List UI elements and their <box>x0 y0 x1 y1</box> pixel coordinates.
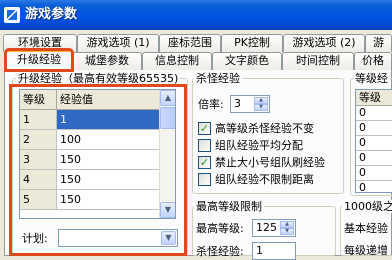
checkbox-checked-icon[interactable]: ✓ <box>198 156 211 169</box>
exp-cell[interactable]: 100 <box>57 130 161 150</box>
plan-select[interactable]: ▼ <box>58 229 178 247</box>
value-cell[interactable]: 0 <box>356 151 392 166</box>
tab-more-row1[interactable]: 游 <box>365 34 392 52</box>
level-exp2-table[interactable]: 等级 0 0 0 0 0 0 <box>355 89 392 193</box>
level-exp-group-label: 升级经验（最高有效等级65535) <box>16 72 181 85</box>
tab-game-options-1[interactable]: 游戏选项 (1) <box>77 34 159 52</box>
checkbox-checked-icon[interactable]: ✓ <box>198 122 211 135</box>
checkbox-unchecked-icon[interactable] <box>198 173 211 186</box>
kill-exp-group-label: 杀怪经验 <box>194 72 242 85</box>
value-cell[interactable]: 0 <box>356 121 392 136</box>
level-cell: 4 <box>20 170 57 190</box>
column-header-level[interactable]: 等级 <box>356 90 392 106</box>
level-exp2-group-label: 等级经 <box>353 72 390 85</box>
table-scrollbar[interactable]: ▲ ▼ <box>159 90 175 218</box>
value-cell[interactable]: 0 <box>356 181 392 192</box>
app-icon <box>4 7 20 23</box>
exp-cell[interactable]: 150 <box>57 170 161 190</box>
spin-down-icon[interactable]: ▼ <box>254 104 268 111</box>
title-bar[interactable]: 游戏参数 <box>0 0 392 30</box>
tab-text-color[interactable]: 文字颜色 <box>212 52 282 70</box>
level-cell: 3 <box>20 150 57 170</box>
exp-cell[interactable]: 150 <box>57 150 161 170</box>
window-title: 游戏参数 <box>25 7 78 22</box>
table-row[interactable]: 0 <box>356 166 392 181</box>
table-row[interactable]: 2 100 <box>20 130 175 150</box>
table-row[interactable]: 0 <box>356 136 392 151</box>
checkbox-label: 组队经验平均分配 <box>215 139 303 152</box>
max-level-value: 125 <box>256 221 277 234</box>
checkbox-high-level-exp[interactable]: ✓ 高等级杀怪经验不变 <box>198 122 314 136</box>
chevron-down-icon[interactable]: ▼ <box>161 231 176 245</box>
kill-exp-label: 杀怪经验: <box>196 245 244 258</box>
tab-pk-control[interactable]: PK控制 <box>221 34 283 52</box>
max-level-spinner[interactable]: 125 ▲ ▼ <box>252 219 296 237</box>
level-cell: 2 <box>20 130 57 150</box>
spin-up-icon[interactable]: ▲ <box>280 221 294 228</box>
table-header: 等级 经验值 <box>20 90 175 110</box>
group-1000-label: 1000级之 <box>342 200 392 213</box>
exp-cell[interactable]: 150 <box>57 190 161 210</box>
checkbox-unchecked-icon[interactable] <box>198 139 211 152</box>
tab-time-control[interactable]: 时间控制 <box>282 52 354 70</box>
column-header-exp[interactable]: 经验值 <box>57 90 161 110</box>
table-header: 等级 <box>356 90 392 106</box>
spin-down-icon[interactable]: ▼ <box>280 228 294 235</box>
max-level-group-label: 最高等级限制 <box>194 200 264 213</box>
checkbox-label: 禁止大小号组队刷经验 <box>215 156 325 169</box>
rate-spinner[interactable]: 3 ▲ ▼ <box>230 95 270 113</box>
table-row[interactable]: 0 <box>356 181 392 192</box>
level-cell: 5 <box>20 190 57 210</box>
checkbox-forbid-alt-team[interactable]: ✓ 禁止大小号组队刷经验 <box>198 156 325 170</box>
tab-coordinate-range[interactable]: 座标范围 <box>159 34 221 52</box>
per-level-increment-label: 每级递增 <box>344 244 388 257</box>
table-row[interactable]: 3 150 <box>20 150 175 170</box>
base-exp-label: 基本经验 <box>344 222 388 235</box>
max-level-label: 最高等级: <box>196 222 244 235</box>
tab-level-experience[interactable]: 升级经验 <box>4 48 74 72</box>
table-row[interactable]: 4 150 <box>20 170 175 190</box>
exp-cell[interactable]: 1 <box>57 110 161 130</box>
checkbox-label: 高等级杀怪经验不变 <box>215 122 314 135</box>
value-cell[interactable]: 0 <box>356 106 392 121</box>
table-row[interactable]: 0 <box>356 106 392 121</box>
scroll-thumb[interactable] <box>160 107 175 129</box>
tab-info-control[interactable]: 信息控制 <box>142 52 212 70</box>
table-row[interactable]: 0 <box>356 121 392 136</box>
rate-value: 3 <box>234 97 241 110</box>
checkbox-label: 组队经验不限制距离 <box>215 173 314 186</box>
column-header-level[interactable]: 等级 <box>20 90 57 110</box>
spin-up-icon[interactable]: ▲ <box>254 97 268 104</box>
plan-label: 计划: <box>22 232 48 245</box>
level-cell: 1 <box>20 110 57 130</box>
tab-castle-params[interactable]: 城堡参数 <box>72 52 142 70</box>
value-cell[interactable]: 0 <box>356 136 392 151</box>
scroll-down-icon[interactable]: ▼ <box>160 202 175 218</box>
rate-label: 倍率: <box>198 98 224 111</box>
table-row[interactable]: 1 1 <box>20 110 175 130</box>
tab-price[interactable]: 价格 <box>354 52 392 70</box>
table-row[interactable]: 5 150 <box>20 190 175 210</box>
scroll-up-icon[interactable]: ▲ <box>160 90 175 106</box>
checkbox-team-no-distance[interactable]: 组队经验不限制距离 <box>198 173 314 187</box>
tab-game-options-2[interactable]: 游戏选项 (2) <box>283 34 365 52</box>
value-cell[interactable]: 0 <box>356 166 392 181</box>
kill-exp-spinner[interactable]: 1 <box>252 242 296 260</box>
checkbox-team-exp-average[interactable]: 组队经验平均分配 <box>198 139 303 153</box>
level-exp-table[interactable]: 等级 经验值 1 1 2 100 3 150 4 150 5 150 ▲ ▼ <box>19 89 176 219</box>
table-row[interactable]: 0 <box>356 151 392 166</box>
